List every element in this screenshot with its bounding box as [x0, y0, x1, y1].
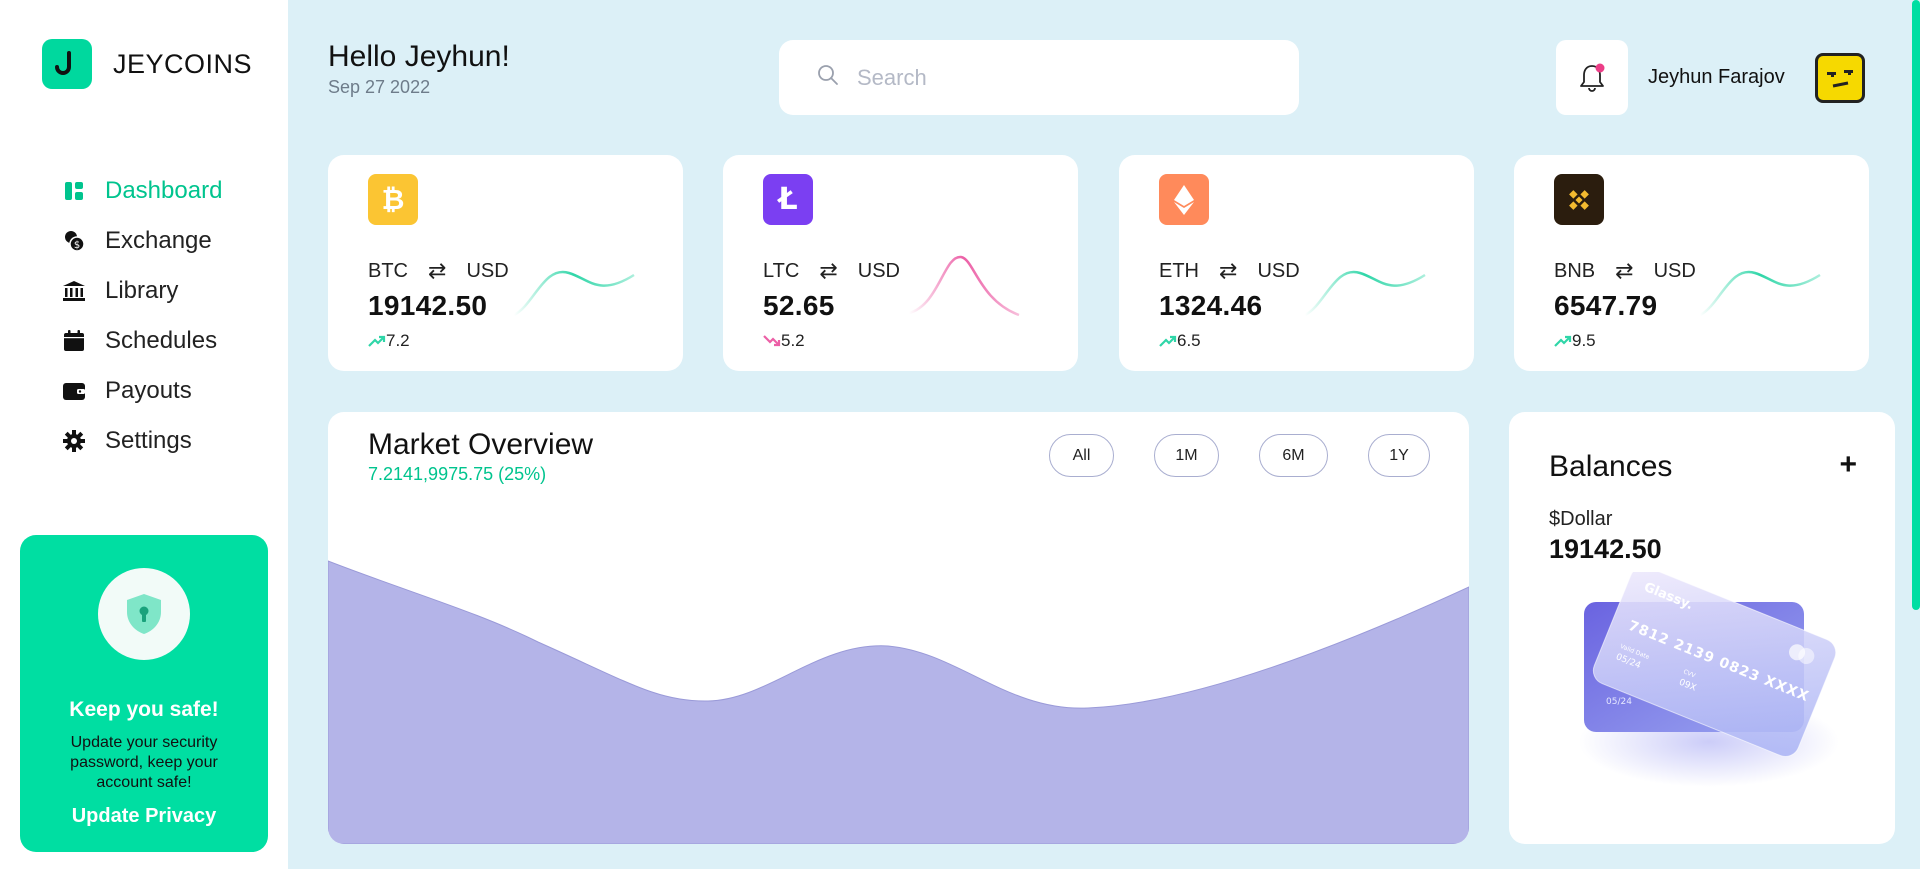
coin-change: 5.2	[763, 331, 805, 351]
back-card-valid: 05/24	[1606, 697, 1632, 707]
coin-change: 6.5	[1159, 331, 1201, 351]
search-input[interactable]	[857, 64, 1257, 91]
eth-sparkline	[1305, 270, 1426, 317]
security-card: Keep you safe! Update your security pass…	[20, 535, 268, 852]
coin-quote: USD	[1653, 259, 1696, 282]
coin-card-eth[interactable]: ETH ⇄ USD 1324.46 6.5	[1119, 155, 1474, 371]
nav-label: Dashboard	[105, 177, 223, 204]
coin-pair: LTC ⇄ USD	[763, 258, 900, 284]
calendar-icon	[60, 327, 88, 355]
swap-icon: ⇄	[819, 258, 838, 283]
coin-card-ltc[interactable]: Ł LTC ⇄ USD 52.65 5.2	[723, 155, 1078, 371]
coin-quote: USD	[466, 259, 509, 282]
coin-card-btc[interactable]: ₿ BTC ⇄ USD 19142.50 7.2	[328, 155, 683, 371]
update-privacy-link[interactable]: Update Privacy	[20, 805, 268, 828]
binance-icon	[1554, 174, 1604, 225]
security-card-text: Update your security password, keep your…	[70, 734, 218, 791]
coin-pair: BTC ⇄ USD	[368, 258, 509, 284]
swap-icon: ⇄	[428, 258, 447, 283]
range-button-1y[interactable]: 1Y	[1368, 434, 1430, 477]
range-button-all[interactable]: All	[1049, 434, 1114, 477]
coin-price: 52.65	[763, 290, 835, 321]
notifications-button[interactable]	[1556, 40, 1628, 115]
nav-item-library[interactable]: Library	[60, 266, 222, 316]
swap-icon: ⇄	[1615, 258, 1634, 283]
brand-name: JEYCOINS	[113, 48, 253, 79]
nav-label: Payouts	[105, 377, 192, 404]
trend-up-icon	[1554, 335, 1572, 347]
add-balance-button[interactable]: +	[1839, 448, 1857, 482]
avatar[interactable]	[1815, 53, 1865, 103]
nav-label: Settings	[105, 427, 192, 454]
greeting-date: Sep 27 2022	[328, 77, 431, 97]
nav-item-schedules[interactable]: Schedules	[60, 316, 222, 366]
search-bar[interactable]	[779, 40, 1299, 115]
bitcoin-icon: ₿	[368, 174, 418, 225]
svg-text:$: $	[74, 240, 80, 251]
shield-icon	[98, 568, 190, 660]
nav-label: Schedules	[105, 327, 218, 354]
coin-price: 1324.46	[1159, 290, 1263, 321]
user-name[interactable]: Jeyhun Farajov	[1648, 66, 1785, 89]
dashboard-icon	[60, 177, 88, 205]
balances-title: Balances	[1549, 450, 1673, 483]
page-scrollbar[interactable]	[1912, 0, 1920, 610]
nav-item-exchange[interactable]: $ Exchange	[60, 216, 222, 266]
coin-quote: USD	[1257, 259, 1300, 282]
greeting-title: Hello Jeyhun!	[328, 40, 510, 73]
main-nav: Dashboard $ Exchange Library Schedules P…	[60, 166, 222, 466]
brand[interactable]: JEYCOINS	[42, 39, 252, 89]
nav-label: Library	[105, 277, 179, 304]
wallet-icon	[60, 377, 88, 405]
security-card-title: Keep you safe!	[69, 698, 219, 721]
coin-pair: BNB ⇄ USD	[1554, 258, 1696, 284]
ethereum-icon	[1159, 174, 1209, 225]
ltc-sparkline	[909, 255, 1020, 317]
coin-pair: ETH ⇄ USD	[1159, 258, 1300, 284]
coin-change: 7.2	[368, 331, 410, 351]
balances-panel: Balances + $Dollar 19142.50 05/24 Glassy…	[1509, 412, 1895, 844]
coin-price: 6547.79	[1554, 290, 1658, 321]
litecoin-icon: Ł	[763, 174, 813, 225]
market-subtitle: 7.2141,9975.75 (25%)	[368, 464, 547, 484]
market-overview: Market Overview 7.2141,9975.75 (25%) All…	[328, 412, 1469, 844]
nav-item-payouts[interactable]: Payouts	[60, 366, 222, 416]
trend-down-icon	[763, 335, 781, 347]
range-button-6m[interactable]: 6M	[1259, 434, 1328, 477]
library-icon	[60, 277, 88, 305]
bell-icon	[1580, 63, 1605, 92]
brand-logo-icon	[42, 39, 92, 89]
coin-card-bnb[interactable]: BNB ⇄ USD 6547.79 9.5	[1514, 155, 1869, 371]
greeting: Hello Jeyhun! Sep 27 2022	[328, 40, 510, 98]
nav-item-dashboard[interactable]: Dashboard	[60, 166, 222, 216]
balance-currency: $Dollar	[1549, 508, 1613, 530]
coin-quote: USD	[857, 259, 900, 282]
gear-icon	[60, 427, 88, 455]
nav-item-settings[interactable]: Settings	[60, 416, 222, 466]
bnb-sparkline	[1700, 270, 1821, 317]
exchange-icon: $	[60, 227, 88, 255]
swap-icon: ⇄	[1219, 258, 1238, 283]
nav-label: Exchange	[105, 227, 212, 254]
sidebar: JEYCOINS Dashboard $ Exchange Library Sc…	[0, 0, 288, 869]
market-title: Market Overview	[368, 428, 594, 461]
coin-price: 19142.50	[368, 290, 488, 321]
btc-sparkline	[514, 270, 635, 317]
coin-symbol: BNB	[1554, 259, 1596, 282]
coin-symbol: LTC	[763, 259, 800, 282]
coin-symbol: BTC	[368, 259, 408, 282]
trend-up-icon	[368, 335, 386, 347]
trend-up-icon	[1159, 335, 1177, 347]
coin-symbol: ETH	[1159, 259, 1199, 282]
range-button-1m[interactable]: 1M	[1154, 434, 1219, 477]
credit-cards-illustration: 05/24 Glassy. 7812 2139 0823 XXXX Valid …	[1579, 572, 1839, 787]
coin-change: 9.5	[1554, 331, 1596, 351]
balance-amount: 19142.50	[1549, 534, 1662, 564]
search-icon	[817, 64, 839, 91]
